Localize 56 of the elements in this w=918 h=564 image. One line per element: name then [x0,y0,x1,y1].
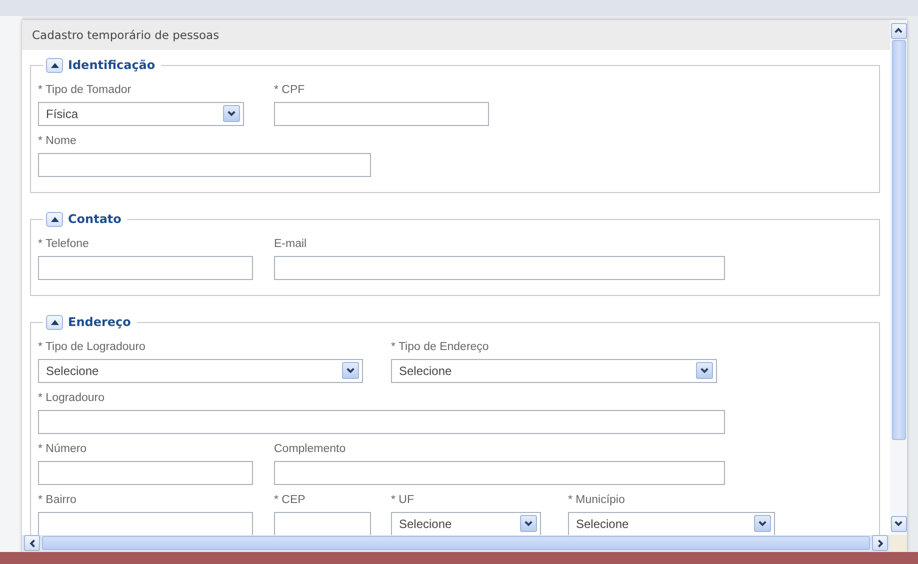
collapse-toggle[interactable] [46,314,63,330]
input-field[interactable] [38,256,253,280]
chevron-icon [227,109,236,118]
chevron-icon [28,538,36,548]
horizontal-scrollbar[interactable] [22,534,890,552]
scroll-up-button[interactable] [890,22,906,39]
field-label: * Número [38,442,87,456]
up-triangle-icon [50,319,58,326]
scroll-right-button[interactable] [872,535,888,552]
input-field[interactable] [274,512,371,535]
field-label: * Tipo de Tomador [38,82,132,97]
input-field[interactable] [274,256,725,280]
section-title: Endereço [68,315,131,330]
select-field[interactable]: Selecione [391,358,717,383]
chevron-icon [524,519,533,528]
chevron-icon [894,26,903,36]
field-label: E-mail [274,236,307,251]
dialog-title: Cadastro temporário de pessoas [32,28,220,42]
up-triangle-icon [50,62,58,68]
input-field[interactable] [38,410,725,434]
field-label: * Bairro [38,492,76,507]
field-label: * Tipo de Logradouro [38,340,146,354]
scroll-down-button[interactable] [890,516,906,532]
scrollbar-thumb[interactable] [42,536,870,550]
scrollbar-corner [890,534,907,552]
up-triangle-icon [50,216,58,222]
chevron-icon [346,366,355,376]
select-field[interactable]: Selecione [391,512,541,535]
scrollbar-thumb[interactable] [892,40,906,440]
field-label: * Tipo de Endereço [391,340,489,354]
field-label: * CPF [274,82,305,97]
section-title: Contato [68,212,122,226]
vertical-scrollbar[interactable] [890,20,907,535]
field-label: * UF [391,492,414,507]
input-field[interactable] [38,460,253,485]
field-label: * Nome [38,134,76,148]
select-field[interactable]: Física [38,102,244,126]
scroll-left-button[interactable] [24,535,40,552]
input-field[interactable] [274,102,489,126]
field-label: * Logradouro [38,390,104,405]
section-title: Identificação [68,58,156,72]
field-label: Complemento [274,442,346,456]
input-field[interactable] [38,152,371,177]
chevron-icon [758,519,767,528]
select-field[interactable]: Selecione [38,358,363,383]
select-field[interactable]: Selecione [568,512,775,535]
field-label: * CEP [274,492,306,507]
field-label: * Telefone [38,236,89,251]
chevron-icon [894,519,903,528]
field-label: * Município [568,492,625,507]
chevron-icon [700,366,709,376]
input-field[interactable] [274,460,725,485]
chevron-icon [876,538,884,548]
input-field[interactable] [38,512,253,535]
collapse-toggle[interactable] [46,58,63,73]
collapse-toggle[interactable] [46,212,63,227]
